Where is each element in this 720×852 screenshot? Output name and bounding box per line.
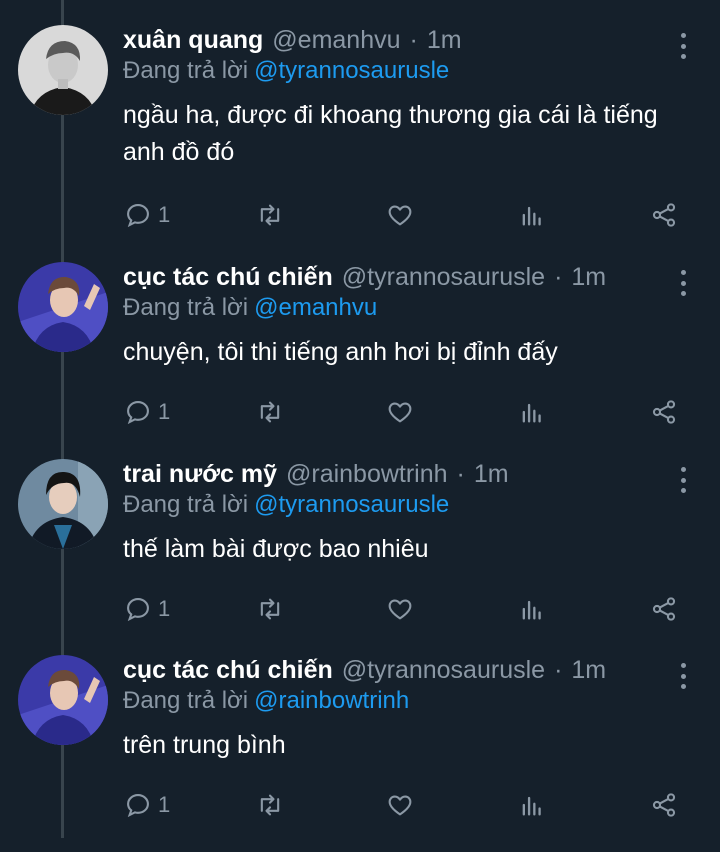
like-button[interactable] bbox=[386, 394, 414, 430]
like-button[interactable] bbox=[386, 591, 414, 627]
retweet-icon bbox=[260, 598, 280, 620]
like-button[interactable] bbox=[386, 197, 414, 233]
mention-link[interactable]: @emanhvu bbox=[254, 294, 377, 321]
analytics-button[interactable] bbox=[518, 394, 546, 430]
action-bar: 1 bbox=[0, 197, 720, 237]
analytics-button[interactable] bbox=[518, 787, 546, 823]
reply-count: 1 bbox=[158, 399, 171, 424]
display-name[interactable]: cục tác chú chiến bbox=[123, 653, 333, 687]
timestamp[interactable]: 1m bbox=[571, 653, 606, 687]
more-icon[interactable] bbox=[671, 268, 695, 298]
retweet-icon bbox=[260, 401, 280, 423]
more-icon[interactable] bbox=[671, 31, 695, 61]
tweet-text: trên trung bình bbox=[123, 731, 286, 759]
user-handle[interactable]: @rainbowtrinh bbox=[286, 457, 448, 491]
reply-icon bbox=[127, 794, 149, 818]
heart-icon bbox=[388, 599, 412, 620]
share-icon bbox=[652, 597, 676, 621]
share-icon bbox=[652, 203, 676, 227]
share-button[interactable] bbox=[650, 787, 678, 823]
heart-icon bbox=[388, 205, 412, 226]
more-icon[interactable] bbox=[671, 661, 695, 691]
avatar[interactable] bbox=[18, 262, 108, 352]
share-button[interactable] bbox=[650, 394, 678, 430]
share-icon bbox=[652, 793, 676, 817]
analytics-button[interactable] bbox=[518, 197, 546, 233]
analytics-icon bbox=[522, 600, 541, 620]
reply-button[interactable]: 1 bbox=[124, 197, 170, 233]
analytics-icon bbox=[522, 796, 541, 816]
analytics-button[interactable] bbox=[518, 591, 546, 627]
retweet-icon bbox=[260, 204, 280, 226]
tweet[interactable]: xuân quang @emanhvu · 1m Đang trả lời @ty… bbox=[0, 23, 720, 228]
timestamp[interactable]: 1m bbox=[427, 23, 462, 57]
heart-icon bbox=[388, 795, 412, 816]
replying-to: Đang trả lời @tyrannosaurusle bbox=[123, 55, 449, 87]
tweet-header: xuân quang @emanhvu · 1m bbox=[123, 23, 462, 57]
user-handle[interactable]: @tyrannosaurusle bbox=[342, 653, 545, 687]
timestamp[interactable]: 1m bbox=[571, 260, 606, 294]
reply-icon bbox=[127, 204, 149, 228]
reply-button[interactable]: 1 bbox=[124, 394, 170, 430]
user-handle[interactable]: @tyrannosaurusle bbox=[342, 260, 545, 294]
tweet[interactable]: trai nước mỹ @rainbowtrinh · 1m Đang trả… bbox=[0, 459, 720, 656]
avatar[interactable] bbox=[18, 459, 108, 549]
more-icon[interactable] bbox=[671, 465, 695, 495]
analytics-icon bbox=[522, 206, 541, 226]
reply-count: 1 bbox=[158, 792, 171, 817]
tweet-header: cục tác chú chiến @tyrannosaurusle · 1m bbox=[123, 653, 606, 687]
replying-to: Đang trả lời @tyrannosaurusle bbox=[123, 489, 449, 521]
reply-count: 1 bbox=[158, 596, 171, 621]
reply-icon bbox=[127, 598, 149, 622]
display-name[interactable]: xuân quang bbox=[123, 23, 263, 57]
action-bar: 1 bbox=[0, 787, 720, 827]
replying-to-label: Đang trả lời bbox=[123, 491, 249, 518]
avatar[interactable] bbox=[18, 655, 108, 745]
tweet-text: chuyện, tôi thi tiếng anh hơi bị đỉnh đấ… bbox=[123, 338, 558, 366]
tweet[interactable]: cục tác chú chiến @tyrannosaurusle · 1m … bbox=[0, 262, 720, 459]
share-button[interactable] bbox=[650, 197, 678, 233]
share-button[interactable] bbox=[650, 591, 678, 627]
tweet-header: cục tác chú chiến @tyrannosaurusle · 1m bbox=[123, 260, 606, 294]
replying-to: Đang trả lời @rainbowtrinh bbox=[123, 685, 409, 717]
retweet-icon bbox=[260, 794, 280, 816]
mention-link[interactable]: @tyrannosaurusle bbox=[254, 491, 449, 518]
retweet-button[interactable] bbox=[256, 787, 284, 823]
separator-dot: · bbox=[456, 460, 465, 488]
display-name[interactable]: trai nước mỹ bbox=[123, 457, 277, 491]
avatar[interactable] bbox=[18, 25, 108, 115]
mention-link[interactable]: @rainbowtrinh bbox=[254, 687, 409, 714]
like-button[interactable] bbox=[386, 787, 414, 823]
reply-button[interactable]: 1 bbox=[124, 591, 170, 627]
separator-dot: · bbox=[409, 26, 418, 54]
reply-count: 1 bbox=[158, 202, 171, 227]
display-name[interactable]: cục tác chú chiến bbox=[123, 260, 333, 294]
timestamp[interactable]: 1m bbox=[474, 457, 509, 491]
separator-dot: · bbox=[554, 656, 563, 684]
tweet-header: trai nước mỹ @rainbowtrinh · 1m bbox=[123, 457, 509, 491]
retweet-button[interactable] bbox=[256, 591, 284, 627]
reply-button[interactable]: 1 bbox=[124, 787, 170, 823]
retweet-button[interactable] bbox=[256, 197, 284, 233]
tweet-text: ngầu ha, được đi khoang thương gia cái l… bbox=[123, 101, 658, 166]
replying-to-label: Đang trả lời bbox=[123, 57, 249, 84]
tweet-text: thế làm bài được bao nhiêu bbox=[123, 535, 429, 563]
analytics-icon bbox=[522, 403, 541, 423]
retweet-button[interactable] bbox=[256, 394, 284, 430]
replying-to: Đang trả lời @emanhvu bbox=[123, 292, 377, 324]
heart-icon bbox=[388, 402, 412, 423]
separator-dot: · bbox=[554, 263, 563, 291]
replying-to-label: Đang trả lời bbox=[123, 294, 249, 321]
tweet[interactable]: cục tác chú chiến @tyrannosaurusle · 1m … bbox=[0, 655, 720, 852]
action-bar: 1 bbox=[0, 394, 720, 434]
action-bar: 1 bbox=[0, 591, 720, 631]
reply-icon bbox=[127, 401, 149, 425]
user-handle[interactable]: @emanhvu bbox=[272, 23, 400, 57]
share-icon bbox=[652, 400, 676, 424]
replying-to-label: Đang trả lời bbox=[123, 687, 249, 714]
mention-link[interactable]: @tyrannosaurusle bbox=[254, 57, 449, 84]
